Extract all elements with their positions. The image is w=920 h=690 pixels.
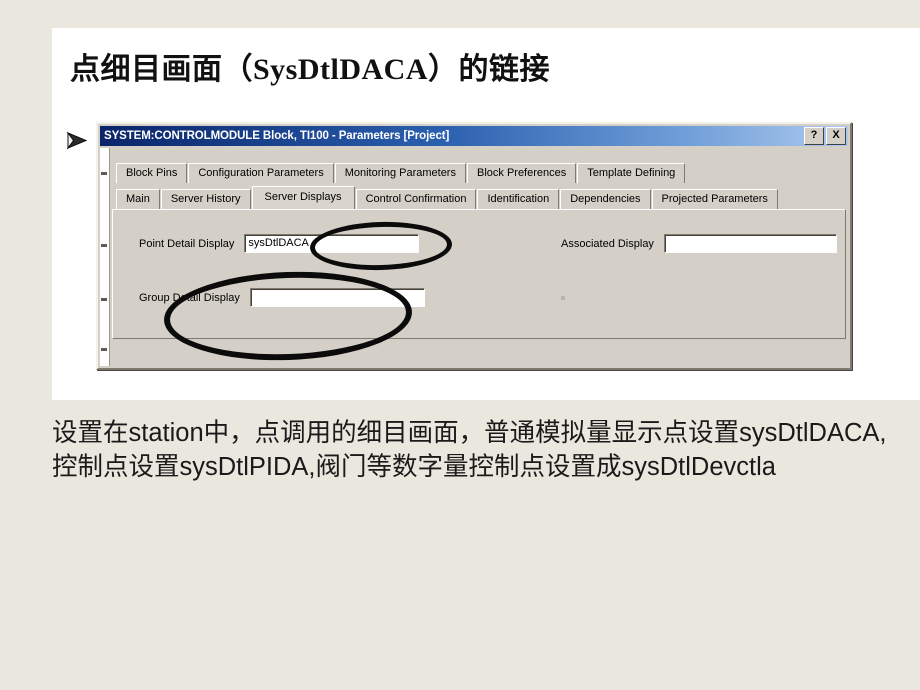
sliver-mark xyxy=(101,298,107,301)
group-detail-display-label: Group Detail Display xyxy=(139,291,240,304)
panel-dot-marker xyxy=(561,296,565,300)
field-group-detail-display: Group Detail Display xyxy=(139,288,425,307)
tab-server-history[interactable]: Server History xyxy=(160,189,251,209)
dialog-body: Block Pins Configuration Parameters Moni… xyxy=(110,148,848,366)
dialog-title: SYSTEM:CONTROLMODULE Block, TI100 - Para… xyxy=(104,130,450,142)
tab-main[interactable]: Main xyxy=(116,189,160,209)
slide-card: 点细目画面（SysDtlDACA）的链接 SYSTEM:CONTROLMODUL… xyxy=(52,28,920,400)
associated-display-input[interactable] xyxy=(663,234,837,253)
tab-row-secondary: Main Server History Server Displays Cont… xyxy=(110,186,848,209)
tab-server-displays[interactable]: Server Displays xyxy=(251,186,355,209)
tab-dependencies[interactable]: Dependencies xyxy=(560,189,651,209)
tab-panel-server-displays: Point Detail Display sysDtlDACA Associat… xyxy=(112,209,846,339)
tab-monitoring-parameters[interactable]: Monitoring Parameters xyxy=(334,163,466,183)
associated-display-label: Associated Display xyxy=(561,237,654,250)
tab-block-pins[interactable]: Block Pins xyxy=(116,163,188,183)
point-detail-display-label: Point Detail Display xyxy=(139,237,235,250)
sliver-mark xyxy=(101,172,107,175)
caption-paragraph: 设置在station中，点调用的细目画面，普通模拟量显示点设置sysDtlDAC… xyxy=(52,419,887,481)
field-point-detail-display: Point Detail Display sysDtlDACA xyxy=(139,234,420,253)
tab-identification[interactable]: Identification xyxy=(477,189,560,209)
help-button[interactable]: ? xyxy=(804,127,824,145)
tab-row-primary: Block Pins Configuration Parameters Moni… xyxy=(110,161,848,183)
background-obscured-text xyxy=(62,378,822,400)
sliver-mark xyxy=(101,244,107,247)
page-title: 点细目画面（SysDtlDACA）的链接 xyxy=(70,53,551,86)
point-detail-display-input[interactable]: sysDtlDACA xyxy=(244,234,420,253)
tab-projected-parameters[interactable]: Projected Parameters xyxy=(651,189,778,209)
close-button[interactable]: X xyxy=(826,127,846,145)
parent-form-sliver xyxy=(100,148,110,366)
tab-control-confirmation[interactable]: Control Confirmation xyxy=(355,189,477,209)
arrow-bullet-icon xyxy=(64,128,90,154)
group-detail-display-input[interactable] xyxy=(249,288,425,307)
tab-template-defining[interactable]: Template Defining xyxy=(577,163,686,183)
parameters-dialog: SYSTEM:CONTROLMODULE Block, TI100 - Para… xyxy=(96,122,852,370)
tab-configuration-parameters[interactable]: Configuration Parameters xyxy=(188,163,334,183)
dialog-titlebar[interactable]: SYSTEM:CONTROLMODULE Block, TI100 - Para… xyxy=(100,126,848,146)
sliver-mark xyxy=(101,348,107,351)
tab-block-preferences[interactable]: Block Preferences xyxy=(466,163,577,183)
field-associated-display: Associated Display xyxy=(561,234,837,253)
